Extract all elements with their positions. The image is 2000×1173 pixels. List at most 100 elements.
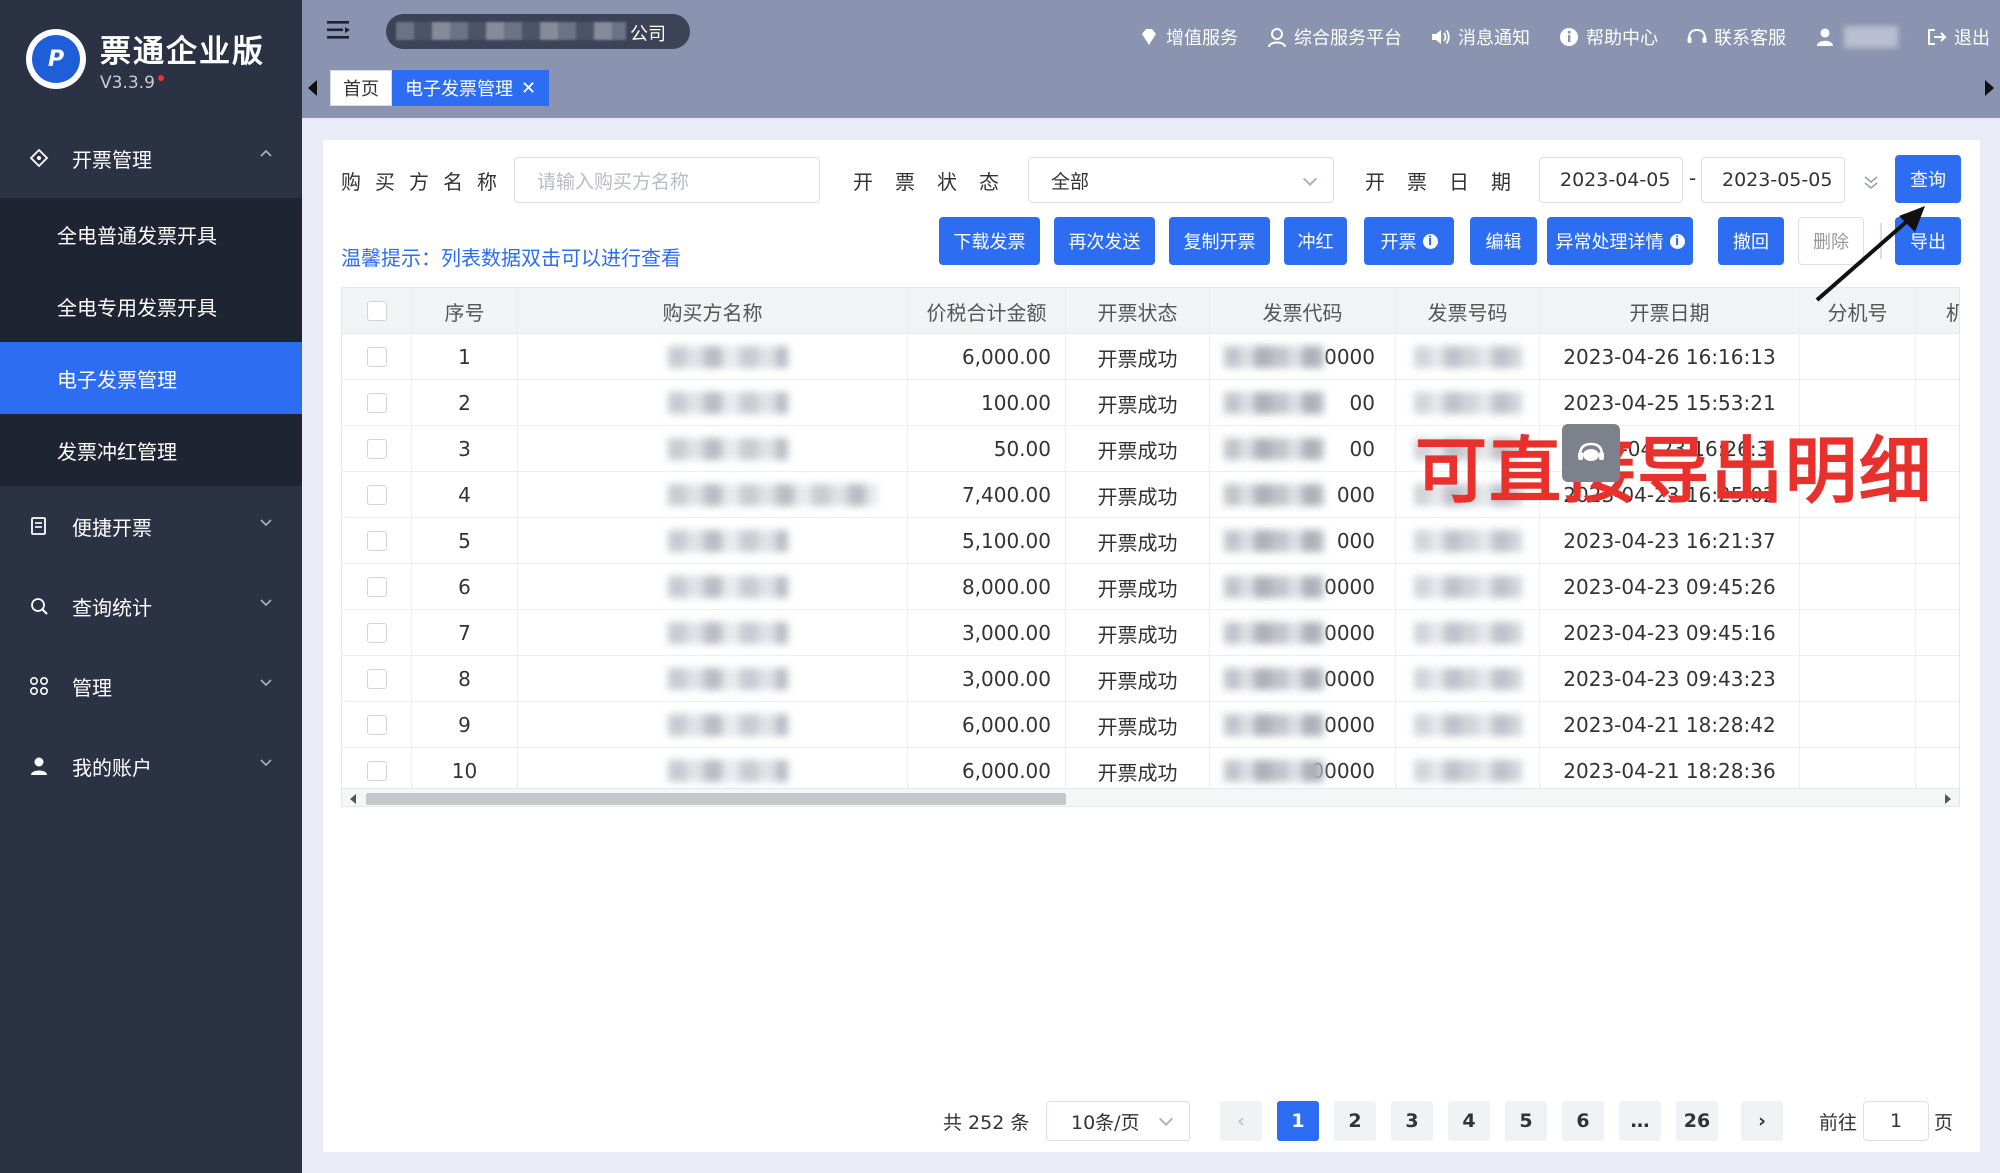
row-checkbox[interactable] — [366, 623, 387, 643]
scroll-left-icon[interactable] — [350, 794, 356, 804]
expand-filters-icon[interactable] — [1863, 174, 1879, 190]
sidebar-item-special-invoice[interactable]: 全电专用发票开具 — [0, 270, 302, 342]
buyer-name-input[interactable]: 请输入购买方名称 — [514, 157, 820, 203]
date-end-input[interactable]: 2023-05-05 — [1701, 157, 1845, 203]
prev-page-button[interactable]: ‹ — [1220, 1101, 1262, 1141]
row-checkbox[interactable] — [366, 531, 387, 551]
page-button[interactable]: 6 — [1562, 1101, 1604, 1141]
info-icon: i — [1422, 233, 1438, 249]
page-button[interactable]: 5 — [1505, 1101, 1547, 1141]
query-button[interactable]: 查询 — [1895, 155, 1961, 203]
download-invoice-button[interactable]: 下载发票 — [939, 217, 1040, 265]
sidebar-item-normal-invoice[interactable]: 全电普通发票开具 — [0, 198, 302, 270]
tab-home[interactable]: 首页 — [330, 70, 392, 106]
withdraw-button[interactable]: 撤回 — [1718, 217, 1784, 265]
page-size-select[interactable]: 10条/页 — [1046, 1101, 1190, 1141]
cell-amount: 3,000.00 — [908, 610, 1066, 656]
redacted-block — [668, 714, 788, 736]
logout-link[interactable]: 退出 — [1926, 24, 1990, 50]
page-ellipsis[interactable]: … — [1619, 1101, 1661, 1141]
redacted-block — [1224, 576, 1324, 598]
cell-invoice-code: 0000 — [1210, 334, 1396, 380]
row-checkbox[interactable] — [366, 439, 387, 459]
page-button[interactable]: 3 — [1391, 1101, 1433, 1141]
user-menu[interactable] — [1814, 26, 1898, 48]
table-row[interactable]: 9 6,000.00 开票成功 0000 2023-04-21 18:28:42 — [342, 702, 1959, 748]
cell-status: 开票成功 — [1066, 702, 1210, 748]
issue-invoice-button[interactable]: 开票 i — [1364, 217, 1454, 265]
cell-buyer-redacted — [518, 380, 908, 426]
company-selector[interactable]: 公司 — [386, 14, 690, 49]
contact-support-link[interactable]: 联系客服 — [1686, 24, 1786, 50]
redacted-block — [1224, 438, 1324, 460]
scrollbar-thumb[interactable] — [366, 793, 1066, 805]
cell-no: 5 — [412, 518, 518, 564]
row-checkbox[interactable] — [366, 715, 387, 735]
table-row[interactable]: 6 8,000.00 开票成功 0000 2023-04-23 09:45:26 — [342, 564, 1959, 610]
status-select[interactable]: 全部 — [1028, 157, 1334, 203]
page-button[interactable]: 2 — [1334, 1101, 1376, 1141]
cell-status: 开票成功 — [1066, 656, 1210, 702]
close-icon[interactable]: ✕ — [521, 78, 536, 99]
chevron-down-icon — [260, 519, 272, 527]
edit-button[interactable]: 编辑 — [1470, 217, 1537, 265]
page-button[interactable]: 1 — [1277, 1101, 1319, 1141]
row-checkbox[interactable] — [366, 577, 387, 597]
cell-machine-no — [1916, 702, 1959, 748]
goto-page-input[interactable]: 1 — [1863, 1101, 1929, 1141]
sidebar-group-management[interactable]: 管理 — [0, 646, 302, 726]
help-center-link[interactable]: 帮助中心 — [1558, 24, 1658, 50]
table-row[interactable]: 1 6,000.00 开票成功 0000 2023-04-26 16:16:13 — [342, 334, 1959, 380]
hamburger-menu-icon[interactable] — [326, 19, 352, 41]
row-checkbox[interactable] — [366, 347, 387, 367]
select-all-checkbox[interactable] — [366, 301, 387, 321]
page-button[interactable]: 4 — [1448, 1101, 1490, 1141]
tab-e-invoice-management[interactable]: 电子发票管理 ✕ — [392, 70, 550, 106]
sidebar-group-invoicing[interactable]: 开票管理 — [0, 118, 302, 198]
table-row[interactable]: 8 3,000.00 开票成功 0000 2023-04-23 09:43:23 — [342, 656, 1959, 702]
table-header: 序号 购买方名称 价税合计金额 开票状态 发票代码 发票号码 开票日期 分机号 … — [342, 288, 1959, 334]
floating-support-button[interactable] — [1562, 424, 1620, 482]
service-platform-link[interactable]: 综合服务平台 — [1266, 24, 1402, 50]
value-added-services-link[interactable]: 增值服务 — [1138, 24, 1238, 50]
row-checkbox[interactable] — [366, 393, 387, 413]
cell-invoice-number-redacted — [1396, 702, 1540, 748]
horizontal-scrollbar[interactable] — [342, 788, 1959, 806]
goto-label: 前往 — [1819, 1111, 1858, 1134]
row-checkbox[interactable] — [366, 761, 387, 781]
sidebar-group-my-account[interactable]: 我的账户 — [0, 726, 302, 806]
cell-amount: 6,000.00 — [908, 702, 1066, 748]
redacted-block — [1224, 760, 1324, 782]
date-start-input[interactable]: 2023-04-05 — [1539, 157, 1683, 203]
red-flush-button[interactable]: 冲红 — [1284, 217, 1347, 265]
row-checkbox[interactable] — [366, 669, 387, 689]
scroll-right-icon[interactable] — [1945, 794, 1951, 804]
cell-date: 2023-04-23 16:21:37 — [1540, 518, 1800, 564]
tabs-scroll-right-icon[interactable] — [1985, 80, 1994, 96]
status-label: 开票状态 — [853, 170, 1021, 194]
table-row[interactable]: 7 3,000.00 开票成功 0000 2023-04-23 09:45:16 — [342, 610, 1959, 656]
row-checkbox[interactable] — [366, 485, 387, 505]
tabs-scroll-left-icon[interactable] — [308, 80, 317, 96]
copy-invoice-button[interactable]: 复制开票 — [1169, 217, 1270, 265]
cell-invoice-code: 00 — [1210, 426, 1396, 472]
sidebar-item-e-invoice-management[interactable]: 电子发票管理 — [0, 342, 302, 414]
sidebar-item-red-invoice[interactable]: 发票冲红管理 — [0, 414, 302, 486]
speaker-icon — [1430, 26, 1452, 48]
redacted-block — [668, 576, 788, 598]
next-page-button[interactable]: › — [1741, 1101, 1783, 1141]
table-row[interactable]: 5 5,100.00 开票成功 000 2023-04-23 16:21:37 — [342, 518, 1959, 564]
cell-buyer-redacted — [518, 656, 908, 702]
notifications-link[interactable]: 消息通知 — [1430, 24, 1530, 50]
exception-details-button[interactable]: 异常处理详情 i — [1547, 217, 1693, 265]
cell-machine-no — [1916, 518, 1959, 564]
sidebar-group-quick-invoice[interactable]: 便捷开票 — [0, 486, 302, 566]
resend-button[interactable]: 再次发送 — [1054, 217, 1155, 265]
invoice-code-tail: 0000 — [1324, 575, 1375, 599]
redacted-block — [1414, 576, 1522, 598]
cell-amount: 100.00 — [908, 380, 1066, 426]
page-button[interactable]: 26 — [1676, 1101, 1718, 1141]
redacted-block — [668, 484, 878, 506]
sidebar-group-query-stats[interactable]: 查询统计 — [0, 566, 302, 646]
cell-no: 9 — [412, 702, 518, 748]
